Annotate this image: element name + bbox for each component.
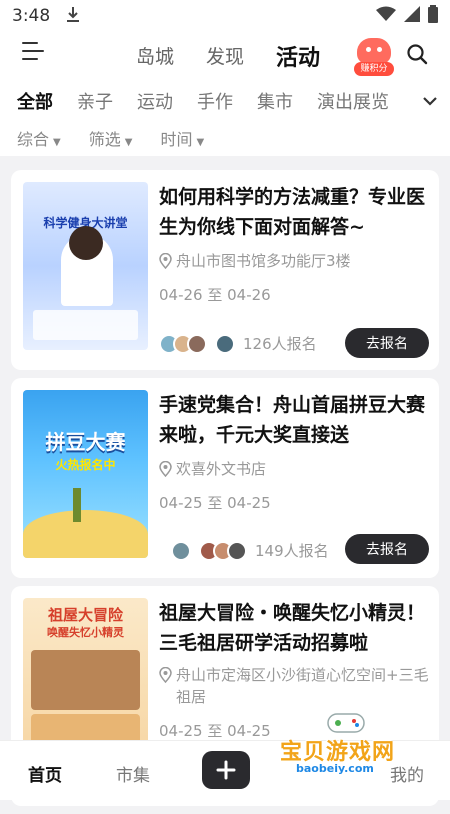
location-pin-icon (159, 253, 172, 269)
event-location: 欢喜外文书店 (159, 458, 429, 480)
event-title: 手速党集合！舟山首届拼豆大赛来啦，千元大奖直接送 (159, 394, 426, 446)
add-button[interactable] (202, 751, 250, 789)
participant-avatars: 149人报名 (171, 540, 329, 561)
earn-points-label: 赚积分 (354, 62, 394, 76)
doctor-head (69, 226, 103, 260)
gamepad-icon (327, 713, 365, 733)
category-handcraft[interactable]: 手作 (197, 88, 233, 114)
signup-count: 149人报名 (255, 542, 329, 560)
event-title: 祖屋大冒险・唤醒失忆小精灵！三毛祖居研学活动招募啦 (159, 602, 426, 654)
category-market[interactable]: 集市 (257, 88, 293, 114)
filter-screen-label: 筛选 (88, 130, 121, 149)
mascot-icon (357, 38, 391, 64)
tab-events[interactable]: 活动 (276, 40, 320, 72)
download-icon (66, 6, 80, 26)
expand-categories-chevron-down-icon[interactable] (410, 78, 450, 124)
category-parent-child[interactable]: 亲子 (77, 88, 113, 114)
avatar (215, 333, 235, 354)
filter-sort-label: 综合 (17, 130, 50, 149)
poster-island-art (23, 510, 148, 558)
event-poster: 拼豆大赛 火热报名中 (23, 390, 148, 558)
nav-home[interactable]: 首页 (28, 761, 62, 786)
filter-sort[interactable]: 综合 ▼ (17, 126, 61, 150)
top-tabs: 岛城 发现 活动 (136, 42, 320, 72)
tab-island-city[interactable]: 岛城 (136, 42, 174, 72)
caret-down-icon: ▼ (124, 137, 133, 148)
earn-points-button[interactable]: 赚积分 (354, 38, 394, 76)
poster-palm-tree (73, 488, 81, 522)
event-poster: 科学健身大讲堂 (23, 182, 148, 350)
battery-icon (428, 4, 438, 28)
signup-count: 126人报名 (243, 335, 317, 353)
category-all[interactable]: 全部 (17, 88, 53, 114)
category-bar: 全部 亲子 运动 手作 集市 演出展览 (0, 78, 450, 124)
category-shows[interactable]: 演出展览 (317, 88, 389, 114)
watermark-url: baobeiy.com (296, 762, 374, 775)
poster-title: 拼豆大赛 (45, 430, 126, 454)
caret-down-icon: ▼ (196, 137, 205, 148)
tab-discover[interactable]: 发现 (206, 42, 244, 72)
menu-icon[interactable] (22, 42, 44, 64)
event-card[interactable]: 科学健身大讲堂 如何用科学的方法减重？专业医生为你线下面对面解答~ 舟山市图书馆… (11, 170, 439, 370)
filter-time[interactable]: 时间 ▼ (160, 126, 204, 150)
event-dates: 04-25 至 04-25 (159, 722, 271, 740)
avatar (227, 540, 247, 561)
filter-time-label: 时间 (160, 130, 193, 149)
event-card[interactable]: 拼豆大赛 火热报名中 手速党集合！舟山首届拼豆大赛来啦，千元大奖直接送 欢喜外文… (11, 378, 439, 578)
event-title: 如何用科学的方法减重？专业医生为你线下面对面解答~ (159, 186, 426, 238)
location-pin-icon (159, 667, 172, 683)
poster-subtitle: 火热报名中 (55, 458, 116, 472)
event-dates: 04-26 至 04-26 (159, 286, 271, 304)
event-location-text: 舟山市定海区小沙街道心忆空间+三毛祖居 (176, 666, 429, 706)
search-icon[interactable] (406, 43, 428, 65)
event-location: 舟山市定海区小沙街道心忆空间+三毛祖居 (159, 664, 429, 708)
nav-market[interactable]: 市集 (116, 761, 150, 786)
poster-subtitle: 唤醒失忆小精灵 (47, 626, 124, 639)
event-location-text: 欢喜外文书店 (176, 460, 267, 478)
filter-screen[interactable]: 筛选 ▼ (89, 126, 133, 150)
event-location: 舟山市图书馆多功能厅3楼 (159, 250, 429, 272)
signup-button[interactable]: 去报名 (345, 534, 429, 564)
signal-icon (404, 5, 420, 27)
category-sports[interactable]: 运动 (137, 88, 173, 114)
poster-house-art (31, 650, 140, 710)
avatar (171, 540, 191, 561)
watermark: 宝贝游戏网 baobeiy.com (280, 706, 436, 780)
event-dates: 04-25 至 04-25 (159, 494, 271, 512)
participant-avatars: 126人报名 (159, 333, 317, 354)
caret-down-icon: ▼ (53, 137, 61, 148)
top-header: 岛城 发现 活动 赚积分 (0, 32, 450, 78)
event-location-text: 舟山市图书馆多功能厅3楼 (176, 252, 351, 270)
avatar (187, 333, 207, 354)
poster-info-box (33, 310, 138, 340)
plus-icon (216, 760, 236, 780)
poster-title: 祖屋大冒险 (47, 606, 123, 624)
signup-button[interactable]: 去报名 (345, 328, 429, 358)
status-bar: 3:48 (0, 0, 450, 32)
status-time: 3:48 (12, 6, 51, 26)
location-pin-icon (159, 461, 172, 477)
filter-bar: 综合 ▼ 筛选 ▼ 时间 ▼ (0, 120, 450, 156)
wifi-icon (376, 6, 396, 27)
